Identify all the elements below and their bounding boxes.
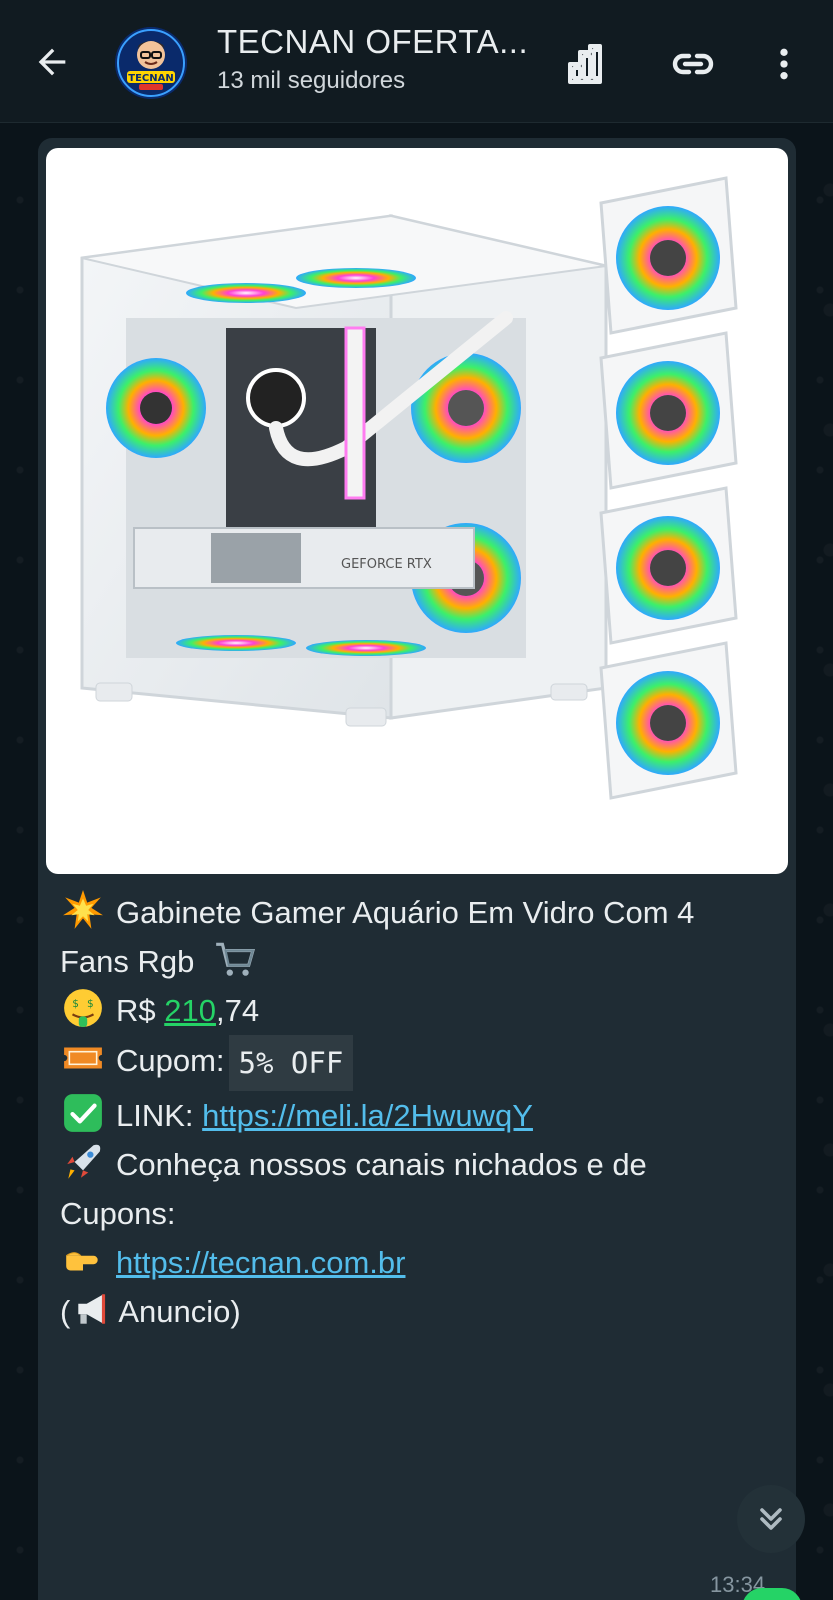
more-vertical-icon <box>780 48 788 80</box>
ad-open-paren: ( <box>60 1294 71 1329</box>
double-chevron-down-icon <box>760 1508 782 1530</box>
extra-fan-3 <box>599 486 738 645</box>
scroll-down-button[interactable] <box>737 1485 805 1553</box>
pc-case-illustration: GEFORCE RTX <box>80 176 738 800</box>
collision-emoji-icon <box>63 890 103 929</box>
megaphone-icon <box>78 1294 106 1324</box>
channels-text: Conheça nossos canais nichados e de <box>116 1147 647 1182</box>
extra-fan-4 <box>599 641 738 800</box>
price-main[interactable]: 210 <box>164 993 216 1028</box>
link-icon <box>672 53 714 75</box>
rocket-icon <box>67 1144 101 1179</box>
channel-avatar[interactable]: TECNAN <box>115 27 187 99</box>
ticket-icon <box>64 1047 102 1069</box>
svg-text:$: $ <box>87 998 94 1010</box>
extra-fan-1 <box>599 176 738 335</box>
price-cents: ,74 <box>215 993 260 1028</box>
check-mark-button-icon <box>64 1094 102 1132</box>
coupon-code[interactable]: 5% OFF <box>228 1035 354 1091</box>
followers-count: 13 mil seguidores <box>217 67 406 94</box>
product-title: Gabinete Gamer Aquário Em Vidro Com 4 <box>116 895 695 930</box>
svg-text:TECNAN: TECNAN <box>128 73 173 84</box>
coupon-line: Cupom: 5% OFF <box>60 1035 780 1091</box>
money-mouth-face-icon: $ $ <box>64 989 102 1027</box>
site-link[interactable]: https://tecnan.com.br <box>116 1245 405 1280</box>
product-image[interactable]: GEFORCE RTX <box>46 148 788 874</box>
back-button[interactable] <box>24 34 80 90</box>
link-label: LINK: <box>116 1098 194 1133</box>
extra-fan-2 <box>599 331 738 490</box>
avatar-logo-icon: TECNAN <box>115 27 187 99</box>
poll-icon <box>568 44 602 84</box>
share-link-button[interactable] <box>665 36 721 92</box>
pointing-right-icon <box>65 1252 98 1271</box>
chat-screen: TECNAN TECNAN OFERTA... 13 mil seguidore… <box>0 0 833 1600</box>
title-line-2: Fans Rgb <box>60 937 780 986</box>
site-line: https://tecnan.com.br <box>60 1238 780 1287</box>
product-link[interactable]: https://meli.la/2HwuwqY <box>202 1098 533 1133</box>
channels-line-2: Cupons: <box>60 1189 780 1238</box>
channel-name: TECNAN OFERTA... <box>217 23 529 60</box>
shopping-cart-icon <box>216 942 256 976</box>
link-line: LINK: https://meli.la/2HwuwqY <box>60 1091 780 1140</box>
channel-title-block[interactable]: TECNAN OFERTA... 13 mil seguidores <box>217 22 537 96</box>
title-line: Gabinete Gamer Aquário Em Vidro Com 4 <box>60 888 780 937</box>
svg-text:GEFORCE RTX: GEFORCE RTX <box>341 557 432 572</box>
price-prefix: R$ <box>116 993 165 1028</box>
channels-line: Conheça nossos canais nichados e de <box>60 1140 780 1189</box>
channels-text-cont: Cupons: <box>60 1196 176 1231</box>
product-title-cont: Fans Rgb <box>60 944 195 979</box>
channel-header: TECNAN TECNAN OFERTA... 13 mil seguidore… <box>0 0 833 123</box>
ad-label: Anuncio) <box>118 1294 241 1329</box>
coupon-label: Cupom: <box>116 1043 225 1079</box>
arrow-left-icon <box>38 48 66 76</box>
svg-text:$: $ <box>72 998 79 1010</box>
price-line: $ $ R$ 210,74 <box>60 986 780 1035</box>
poll-button[interactable] <box>560 36 616 92</box>
message-text: Gabinete Gamer Aquário Em Vidro Com 4 Fa… <box>60 888 780 1336</box>
message-bubble[interactable]: GEFORCE RTX Gabinete Gamer Aquário Em Vi… <box>38 138 796 1600</box>
more-options-button[interactable] <box>756 36 812 92</box>
ad-line: ( Anuncio) <box>60 1287 780 1336</box>
